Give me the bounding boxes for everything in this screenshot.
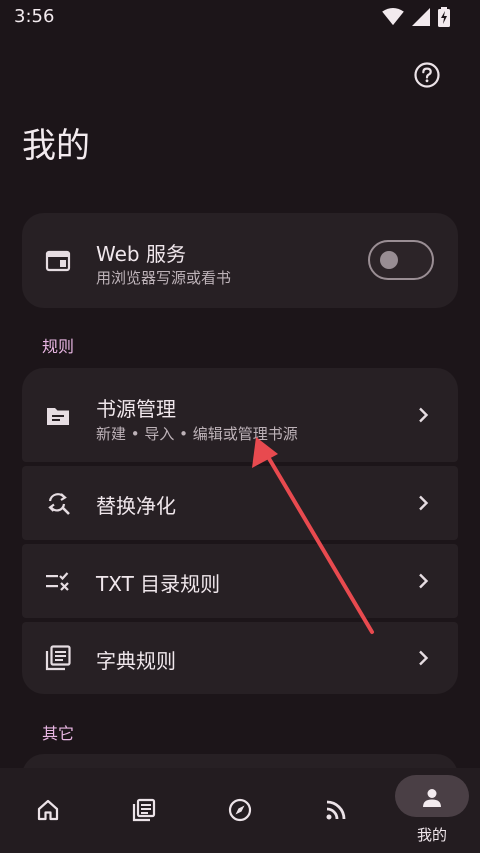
signal-icon [412,8,430,26]
chevron-right-icon [419,650,429,666]
find-replace-icon [48,493,70,515]
list-item-dictionary-rules[interactable]: 字典规则 [22,622,458,694]
nav-home[interactable] [0,768,96,853]
section-label-other: 其它 [42,724,75,743]
status-time: 3:56 [14,6,55,27]
battery-charging-icon [438,7,450,27]
compass-icon [228,798,252,822]
wifi-icon [382,8,404,26]
web-service-title: Web 服务 [96,242,186,266]
item-subtitle: 新建 • 导入 • 编辑或管理书源 [96,425,298,443]
web-service-toggle[interactable] [368,240,434,280]
web-service-card[interactable]: Web 服务 用浏览器写源或看书 [22,213,458,308]
list-item-txt-toc-rules[interactable]: TXT 目录规则 [22,544,458,618]
web-window-icon [45,250,71,272]
toc-rule-icon [46,572,69,591]
nav-my[interactable]: 我的 [384,768,480,853]
item-title: 替换净化 [96,494,176,518]
help-button[interactable] [409,57,445,93]
status-bar: 3:56 [0,0,480,34]
home-icon [37,799,59,821]
nav-label-my: 我的 [416,826,447,844]
chevron-right-icon [419,573,429,589]
rss-icon [326,800,346,820]
item-title: TXT 目录规则 [96,572,221,596]
chevron-right-icon [419,495,429,511]
toggle-knob [380,251,398,269]
nav-explore[interactable] [192,768,288,853]
section-label-rules: 规则 [42,337,75,356]
web-service-subtitle: 用浏览器写源或看书 [96,269,232,287]
help-circle-icon [414,62,440,88]
bookshelf-icon [132,798,156,822]
page-title: 我的 [22,126,90,166]
list-item-book-source[interactable]: 书源管理 新建 • 导入 • 编辑或管理书源 [22,368,458,462]
item-title: 字典规则 [96,649,176,673]
nav-bookshelf[interactable] [96,768,192,853]
item-title: 书源管理 [96,397,176,421]
bottom-navigation: 我的 [0,768,480,853]
folder-icon [47,408,69,425]
list-item-replace-purify[interactable]: 替换净化 [22,466,458,540]
dictionary-icon [45,645,71,671]
nav-rss[interactable] [288,768,384,853]
person-icon [423,789,441,807]
chevron-right-icon [419,407,429,423]
